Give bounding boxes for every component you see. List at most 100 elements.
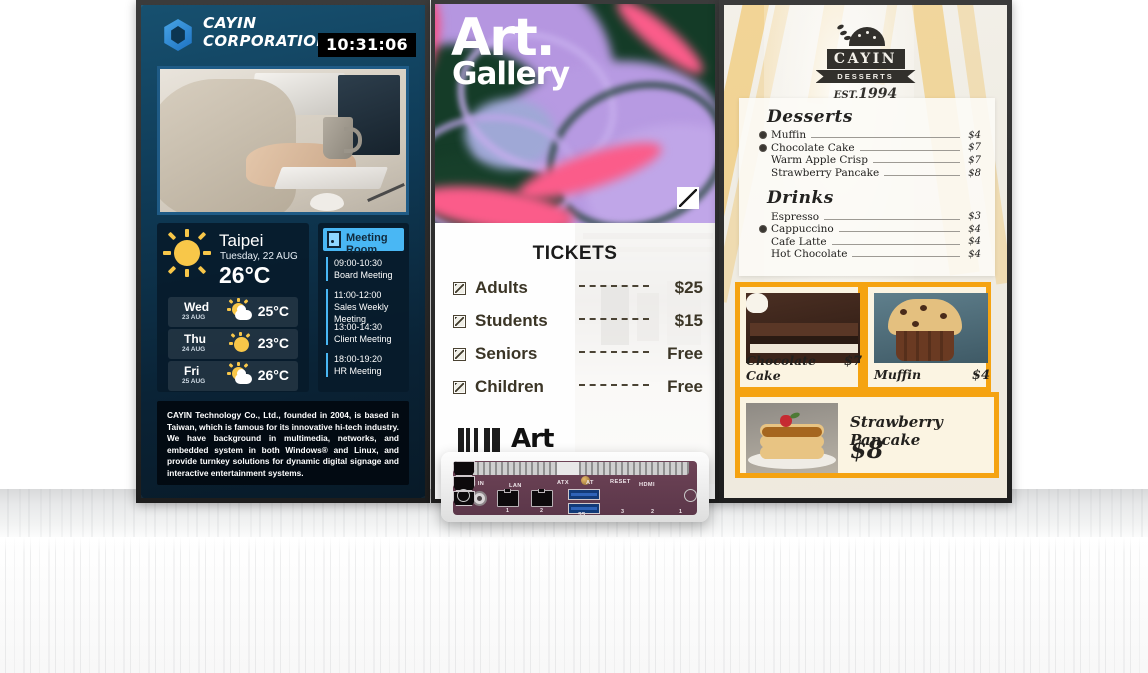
media-player-device[interactable]: Art DC IN LAN 1 2 ATX AT RESET SS HDMI 3… (441, 424, 709, 522)
usb-label: SS (578, 512, 586, 515)
meeting-room-title: Meeting Room (346, 232, 388, 256)
leader-line (811, 136, 960, 139)
partly-cloudy-icon (227, 298, 252, 322)
meeting-time: 09:00-10:30 (334, 258, 383, 268)
display-corporate[interactable]: CAYIN CORPORATION 10:31:06 Taipei Tuesda… (136, 0, 430, 503)
menu-item-name: Espresso (771, 210, 820, 223)
corporate-header: CAYIN CORPORATION 10:31:06 (141, 5, 425, 63)
meeting-name: HR Meeting (334, 366, 382, 376)
broken-image-icon (453, 281, 466, 295)
menu-item-name: Muffin (771, 129, 807, 142)
ticket-label: Seniors (475, 344, 538, 363)
leader-dots (579, 284, 649, 287)
bullet-icon (759, 131, 767, 140)
product-caption: Chocolate Cake $7 (746, 353, 862, 383)
ticket-label: Students (475, 311, 548, 330)
background-right (1012, 0, 1148, 489)
gallery-title-line2: Gallery (452, 56, 570, 92)
device-io-panel: DC IN LAN 1 2 ATX AT RESET SS HDMI 3 2 1 (453, 461, 697, 515)
label-reset: RESET (610, 479, 631, 485)
forecast-temp: 25°C (257, 303, 289, 319)
corporate-brand: CAYIN CORPORATION (203, 14, 329, 50)
leader-line (859, 149, 960, 151)
label-hdmi: HDMI (639, 482, 655, 488)
sun-icon (229, 332, 252, 354)
logo-name: CAYIN (826, 49, 905, 69)
product-price: $4 (971, 368, 990, 383)
company-description-text: CAYIN Technology Co., Ltd., founded in 2… (167, 410, 399, 478)
leader-line (831, 243, 960, 245)
usb-port-upper[interactable] (568, 489, 600, 500)
forecast-day: Thu (184, 332, 206, 346)
ticket-row: Adults $25 (453, 276, 703, 300)
product-card[interactable]: Muffin $4 (863, 282, 991, 392)
cayin-logo-icon (162, 19, 194, 51)
product-cards: Chocolate Cake $7 Muffin $4 Strawberry P… (735, 282, 999, 478)
forecast-date: 25 AUG (182, 378, 206, 385)
menu-item: Hot Chocolate $4 (759, 248, 981, 261)
meeting-name: Client Meeting (334, 334, 392, 344)
leader-line (884, 174, 960, 177)
display-desserts[interactable]: CAYIN DESSERTS EST.1994 Desserts Muffin … (719, 0, 1012, 503)
menu-section-heading: Drinks (767, 188, 834, 209)
leader-line (872, 161, 960, 164)
brand-line-1: CAYIN (203, 14, 257, 32)
product-card[interactable]: Chocolate Cake $7 (735, 282, 863, 392)
weather-date: Tuesday, 22 AUG (220, 251, 298, 262)
meeting-item: 09:00-10:30 Board Meeting (326, 257, 406, 281)
bullet-icon (759, 225, 767, 234)
lan-port-2-number: 2 (540, 508, 543, 514)
bullet-icon (759, 238, 767, 246)
forecast-date: 24 AUG (182, 346, 206, 353)
forecast-row: Wed 23 AUG 25°C (168, 297, 298, 327)
menu-item-price: $7 (968, 142, 981, 154)
bullet-icon (759, 169, 767, 177)
menu-item-price: $8 (968, 167, 981, 179)
product-caption: Muffin $4 (874, 367, 990, 383)
menu-item-price: $4 (968, 248, 981, 260)
ticket-price: $15 (674, 311, 703, 330)
product-name: Chocolate Cake (746, 353, 816, 383)
product-name: Muffin (874, 367, 922, 382)
company-description-panel: CAYIN Technology Co., Ltd., founded in 2… (157, 401, 409, 485)
menu-item-name: Cafe Latte (771, 235, 827, 248)
menu-item: Cafe Latte $4 (759, 236, 981, 249)
menu-item: Warm Apple Crisp $7 (759, 154, 981, 167)
office-photo (157, 66, 409, 215)
counter-front-panel (0, 537, 1148, 673)
lan-port-2[interactable] (531, 489, 553, 507)
menu-section-heading: Desserts (767, 107, 853, 127)
bullet-icon (759, 250, 767, 258)
broken-image-icon (453, 380, 466, 394)
meeting-item: 13:00-14:30 Client Meeting (326, 321, 406, 345)
menu-item-price: $4 (968, 223, 981, 235)
menu-item: Strawberry Pancake $8 (759, 167, 981, 180)
hdmi-port-2-number: 2 (651, 509, 654, 515)
screen-gallery-content: Art. Gallery TICKETS Adults $25 Students (435, 4, 715, 499)
marbled-art-image: Art. Gallery (435, 4, 715, 223)
lan-port-1[interactable] (497, 489, 519, 507)
menu-item-name: Warm Apple Crisp (771, 154, 868, 167)
ticket-row: Children Free (453, 375, 703, 399)
menu-item-name: Strawberry Pancake (771, 167, 880, 180)
forecast-row: Fri 25 AUG 26°C (168, 361, 298, 391)
qr-code-icon (458, 428, 500, 454)
partly-cloudy-icon (227, 362, 252, 386)
screen-desserts-content: CAYIN DESSERTS EST.1994 Desserts Muffin … (724, 5, 1007, 498)
product-card[interactable]: Strawberry Pancake $8 (735, 392, 999, 478)
ticket-price: Free (667, 377, 703, 396)
hdmi-port-3-number: 3 (621, 509, 624, 515)
mount-hole-right (684, 489, 697, 502)
label-atx: ATX (557, 480, 569, 486)
background-left (0, 0, 136, 489)
product-image-muffin (874, 293, 988, 363)
logo-subtitle: DESSERTS (815, 70, 916, 83)
broken-image-icon (453, 314, 466, 328)
hdmi-port-3[interactable] (453, 461, 475, 476)
ticket-label: Adults (475, 278, 528, 297)
leader-line (824, 218, 960, 220)
cake-logo-icon (835, 23, 895, 49)
leader-line (838, 230, 960, 233)
leader-dots (579, 317, 649, 320)
ticket-row: Seniors Free (453, 342, 703, 366)
